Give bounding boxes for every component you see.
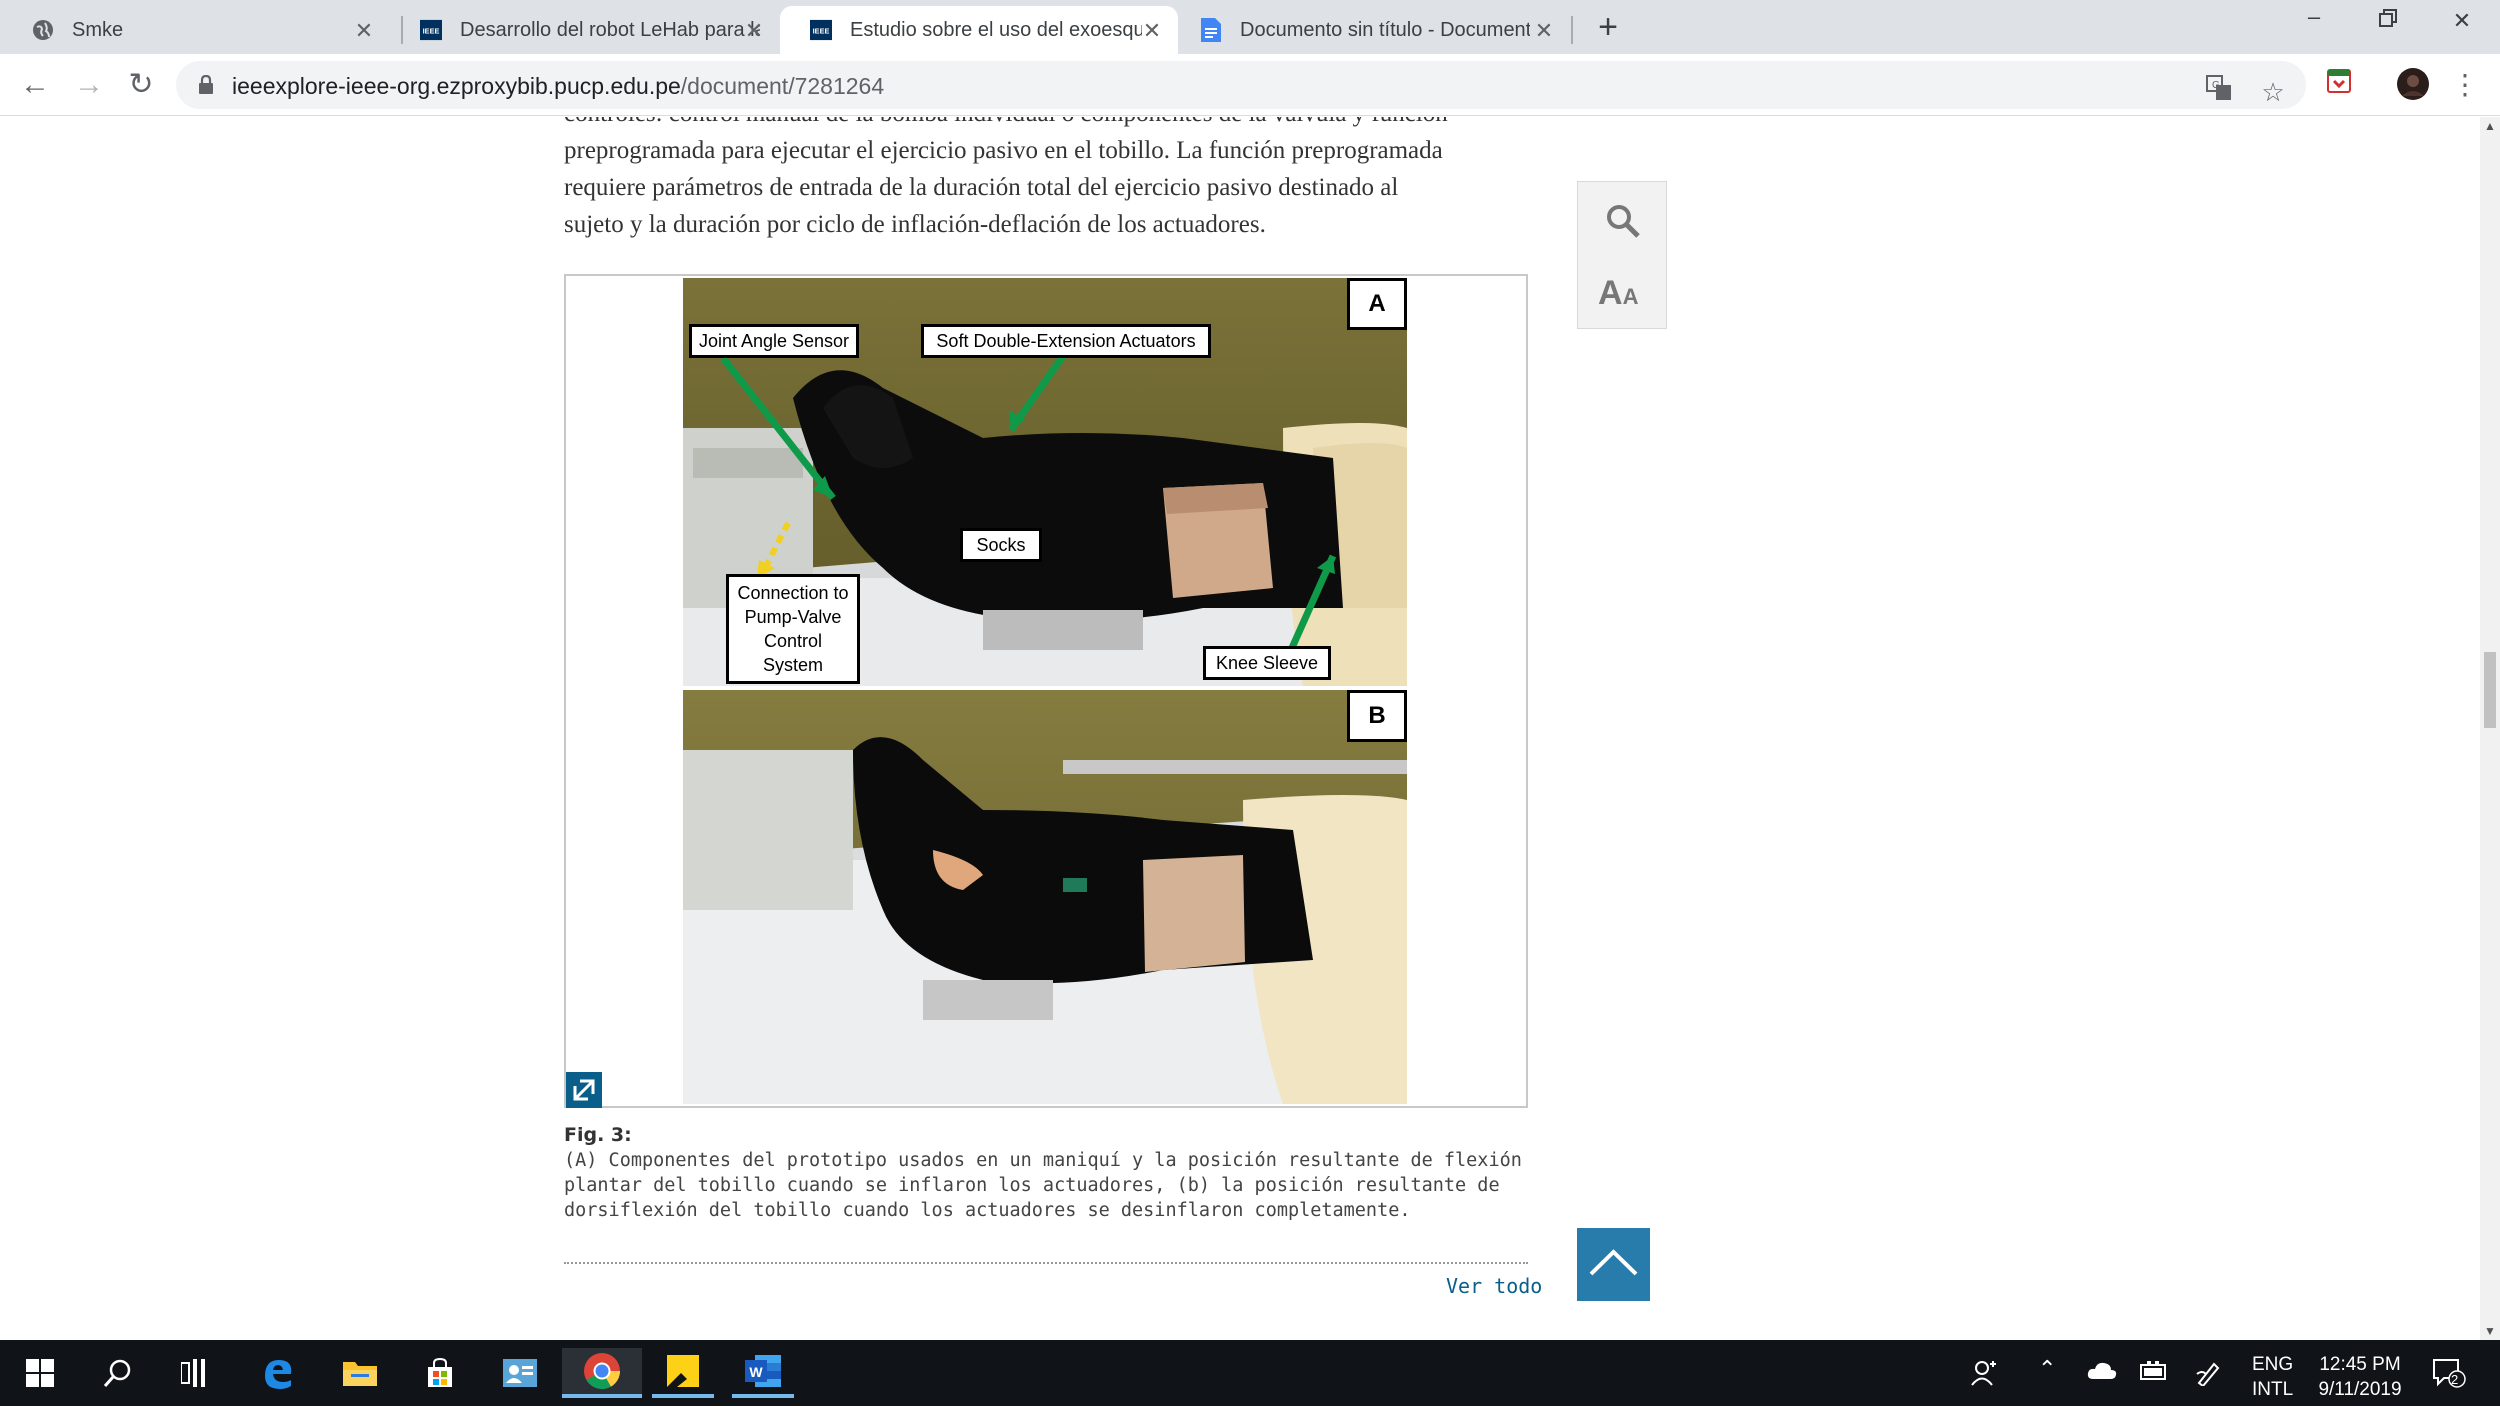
reader-tools-panel: AA xyxy=(1577,181,1667,329)
article-line-cut: controles: control manual de la bomba in… xyxy=(564,117,1524,132)
figure-caption-label: Fig. 3: xyxy=(564,1124,632,1146)
tab-strip: Smke ✕ IEEE Desarrollo del robot LeHab p… xyxy=(0,0,2500,54)
article-line: preprogramada para ejecutar el ejercicio… xyxy=(564,137,1443,164)
clock-date: 9/11/2019 xyxy=(2318,1379,2402,1400)
tab-separator xyxy=(1571,16,1573,44)
windows-start-icon[interactable] xyxy=(10,1348,70,1398)
people-icon[interactable] xyxy=(1970,1360,1998,1393)
close-tab-icon[interactable]: ✕ xyxy=(742,18,766,44)
browser-toolbar: ← → ↻ ieeexplore-ieee-org.ezproxybib.puc… xyxy=(0,54,2500,116)
callout-soft-actuators: Soft Double-Extension Actuators xyxy=(921,324,1211,358)
article-line: sujeto y la duración por ciclo de inflac… xyxy=(564,211,1266,238)
close-tab-icon[interactable]: ✕ xyxy=(1140,18,1164,44)
battery-icon[interactable] xyxy=(2138,1360,2168,1389)
file-explorer-icon[interactable] xyxy=(330,1348,390,1398)
figure-caption: Fig. 3: (A) Componentes del prototipo us… xyxy=(564,1123,1528,1223)
panel-label-b: B xyxy=(1347,690,1407,742)
tab-smke[interactable]: Smke ✕ xyxy=(0,6,390,54)
article-body: controles: control manual de la bomba in… xyxy=(564,117,1524,243)
svg-text:IEEE: IEEE xyxy=(813,27,830,36)
expand-figure-icon[interactable] xyxy=(566,1072,602,1108)
contacts-app-icon[interactable] xyxy=(490,1348,550,1398)
input-language[interactable]: ENG INTL xyxy=(2252,1352,2293,1402)
profile-avatar[interactable] xyxy=(2396,68,2430,102)
callout-connection: Connection to Pump-Valve Control System xyxy=(726,574,860,684)
close-window-icon[interactable]: ✕ xyxy=(2442,8,2482,34)
back-arrow-icon[interactable]: ← xyxy=(16,66,54,104)
chevron-up-icon[interactable]: ⌃ xyxy=(2038,1356,2056,1381)
figure-photo-a: A Joint Angle Sensor Soft Double-Extensi… xyxy=(683,278,1407,686)
svg-text:IEEE: IEEE xyxy=(423,27,440,36)
svg-text:G: G xyxy=(2212,80,2220,91)
tab-documento[interactable]: Documento sin título - Documentos ✕ xyxy=(1178,6,1570,54)
edge-browser-icon[interactable] xyxy=(248,1348,308,1398)
scrollbar-thumb[interactable] xyxy=(2484,652,2496,728)
search-icon[interactable] xyxy=(88,1348,148,1398)
reload-icon[interactable]: ↻ xyxy=(122,66,160,104)
page-content: controles: control manual de la bomba in… xyxy=(0,117,2480,1340)
minimize-icon[interactable]: – xyxy=(2294,4,2334,30)
globe-icon xyxy=(32,19,54,41)
pen-ink-icon[interactable] xyxy=(2196,1358,2224,1393)
extension-icon[interactable] xyxy=(2322,68,2356,102)
chrome-taskbar-icon[interactable] xyxy=(562,1348,642,1398)
bookmark-star-icon[interactable]: ☆ xyxy=(2256,75,2290,109)
task-view-icon[interactable] xyxy=(166,1348,226,1398)
svg-text:W: W xyxy=(749,1364,763,1380)
scroll-down-arrow-icon[interactable]: ▼ xyxy=(2483,1324,2497,1338)
word-icon[interactable]: W xyxy=(732,1348,794,1398)
close-tab-icon[interactable]: ✕ xyxy=(352,18,376,44)
tab-title: Desarrollo del robot LeHab para la xyxy=(460,18,760,41)
chevron-up-icon xyxy=(1589,1249,1638,1276)
mannequin-photo-b xyxy=(683,690,1407,1104)
sticky-notes-icon[interactable] xyxy=(652,1348,714,1398)
panel-label-a: A xyxy=(1347,278,1407,330)
tab-estudio-active[interactable]: IEEE Estudio sobre el uso del exoesquele… xyxy=(780,6,1178,54)
tab-title: Documento sin título - Documentos xyxy=(1240,18,1530,41)
language-code: ENG xyxy=(2252,1354,2294,1375)
scroll-up-arrow-icon[interactable]: ▲ xyxy=(2483,119,2497,133)
windows-taskbar: W ⌃ ENG INTL 12:45 PM 9/11/2019 2 xyxy=(0,1340,2500,1406)
page-scrollbar[interactable]: ▲ ▼ xyxy=(2480,117,2500,1340)
callout-joint-angle-sensor: Joint Angle Sensor xyxy=(689,324,859,358)
ieee-icon: IEEE xyxy=(810,19,832,41)
store-icon[interactable] xyxy=(410,1348,470,1398)
figure-photo-b: B xyxy=(683,690,1407,1104)
notification-count: 2 xyxy=(2451,1372,2459,1387)
search-icon[interactable] xyxy=(1604,202,1642,245)
ieee-icon: IEEE xyxy=(420,19,442,41)
onedrive-cloud-icon[interactable] xyxy=(2087,1360,2117,1387)
action-center-icon[interactable]: 2 xyxy=(2432,1358,2466,1395)
section-divider xyxy=(564,1262,1528,1264)
clock[interactable]: 12:45 PM 9/11/2019 xyxy=(2312,1352,2408,1402)
article-line: requiere parámetros de entrada de la dur… xyxy=(564,174,1399,201)
restore-icon[interactable] xyxy=(2368,8,2408,34)
url-text: ieeexplore-ieee-org.ezproxybib.pucp.edu.… xyxy=(232,73,885,99)
callout-knee-sleeve: Knee Sleeve xyxy=(1203,646,1331,680)
tab-title: Estudio sobre el uso del exoesqueleto xyxy=(850,18,1142,41)
scroll-to-top-button[interactable] xyxy=(1577,1228,1650,1301)
tab-title: Smke xyxy=(72,18,124,41)
font-size-icon[interactable]: AA xyxy=(1598,274,1638,313)
forward-arrow-icon[interactable]: → xyxy=(70,66,108,104)
keyboard-layout: INTL xyxy=(2252,1379,2294,1400)
lock-icon xyxy=(198,74,214,95)
docs-icon xyxy=(1200,18,1222,42)
address-bar[interactable]: ieeexplore-ieee-org.ezproxybib.pucp.edu.… xyxy=(176,61,2306,109)
figure-caption-text: (A) Componentes del prototipo usados en … xyxy=(564,1150,1522,1221)
translate-icon[interactable]: G xyxy=(2202,75,2236,109)
chrome-menu-icon[interactable]: ⋮ xyxy=(2448,68,2482,102)
see-all-link[interactable]: Ver todo xyxy=(1446,1274,1542,1298)
close-tab-icon[interactable]: ✕ xyxy=(1532,18,1556,44)
clock-time: 12:45 PM xyxy=(2319,1354,2401,1375)
figure-3[interactable]: A Joint Angle Sensor Soft Double-Extensi… xyxy=(564,274,1528,1108)
tab-lehab[interactable]: IEEE Desarrollo del robot LeHab para la … xyxy=(390,6,780,54)
new-tab-plus-icon[interactable]: + xyxy=(1590,10,1626,44)
callout-socks: Socks xyxy=(960,528,1042,562)
